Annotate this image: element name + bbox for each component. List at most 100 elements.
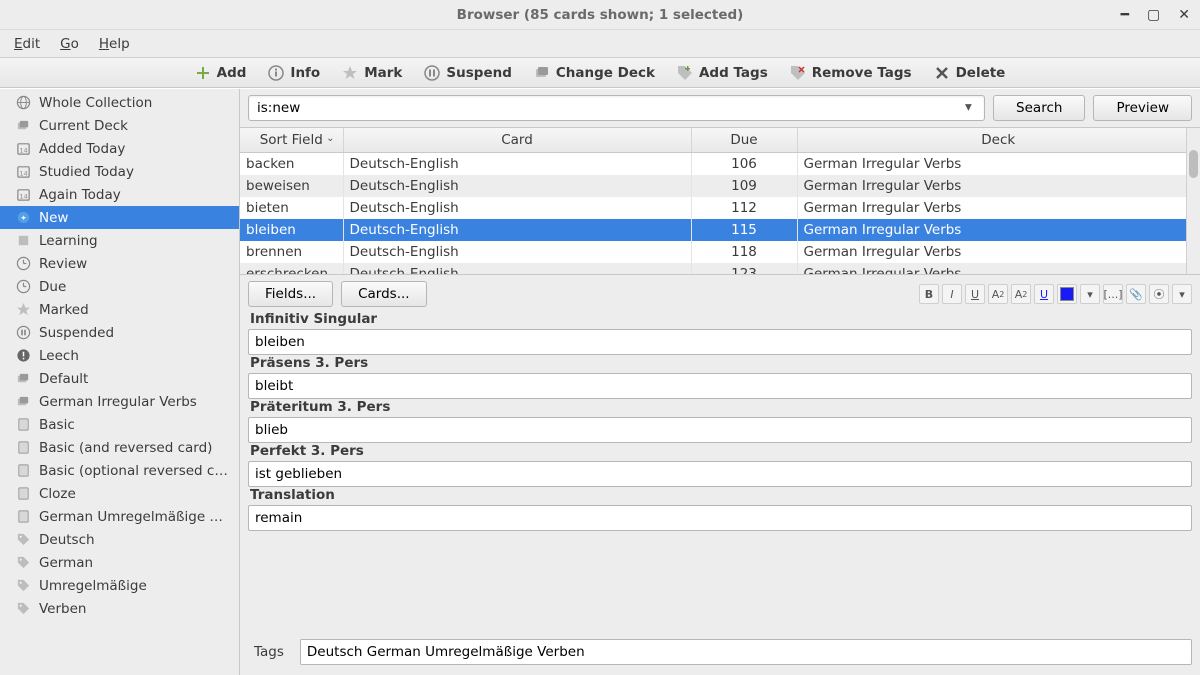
cards-button[interactable]: Cards... [341, 281, 427, 307]
col-sort-field[interactable]: Sort Field⌄ [240, 128, 343, 153]
color-dropdown-icon[interactable]: ▾ [1080, 284, 1100, 304]
add-button[interactable]: Add [195, 65, 247, 81]
underline-button[interactable]: U [965, 284, 985, 304]
cloze-button[interactable]: [...] [1103, 284, 1123, 304]
sidebar-item-studied-today[interactable]: 14Studied Today [0, 160, 239, 183]
subscript-button[interactable]: A2 [1011, 284, 1031, 304]
change-deck-button[interactable]: Change Deck [534, 65, 655, 81]
field-input[interactable] [248, 329, 1192, 355]
sidebar-item-tag-verben[interactable]: Verben [0, 597, 239, 620]
tag-icon [16, 578, 31, 593]
sidebar-item-label: Learning [39, 233, 98, 249]
sidebar-item-tag-umregel[interactable]: Umregelmäßige [0, 574, 239, 597]
field-input[interactable] [248, 461, 1192, 487]
preview-button[interactable]: Preview [1093, 95, 1192, 121]
sidebar-item-label: Basic [39, 417, 75, 433]
fields-button[interactable]: Fields... [248, 281, 333, 307]
table-row[interactable]: bietenDeutsch-English112German Irregular… [240, 197, 1200, 219]
sidebar-item-learning[interactable]: Learning [0, 229, 239, 252]
sidebar-item-label: German Irregular Verbs [39, 394, 197, 410]
search-button[interactable]: Search [993, 95, 1085, 121]
add-tags-button[interactable]: Add Tags [677, 65, 768, 81]
table-row[interactable]: beweisenDeutsch-English109German Irregul… [240, 175, 1200, 197]
menubar: Edit Go Help [0, 30, 1200, 58]
field-input[interactable] [248, 505, 1192, 531]
sidebar-item-current-deck[interactable]: Current Deck [0, 114, 239, 137]
field-label: Perfekt 3. Pers [248, 443, 1192, 459]
cell-sort: beweisen [240, 175, 343, 197]
sort-indicator-icon: ⌄ [326, 133, 334, 144]
cell-due: 118 [691, 241, 797, 263]
cell-sort: bleiben [240, 219, 343, 241]
sidebar-item-basic[interactable]: Basic [0, 413, 239, 436]
remove-tags-button[interactable]: Remove Tags [790, 65, 912, 81]
sidebar-item-german-umregel[interactable]: German Umregelmäßige Ver... [0, 505, 239, 528]
deck-icon [16, 371, 31, 386]
field-label: Infinitiv Singular [248, 311, 1192, 327]
col-due[interactable]: Due [691, 128, 797, 153]
sidebar-item-label: Added Today [39, 141, 125, 157]
sidebar-item-whole-collection[interactable]: Whole Collection [0, 91, 239, 114]
plus-icon [195, 65, 211, 81]
sidebar-item-marked[interactable]: Marked [0, 298, 239, 321]
search-input[interactable] [248, 95, 985, 121]
cell-due: 123 [691, 263, 797, 276]
table-row[interactable]: backenDeutsch-English106German Irregular… [240, 153, 1200, 175]
italic-button[interactable]: I [942, 284, 962, 304]
tags-label: Tags [252, 644, 284, 660]
maximize-icon[interactable]: ▢ [1147, 7, 1160, 23]
col-deck[interactable]: Deck [797, 128, 1200, 153]
sidebar-item-tag-german[interactable]: German [0, 551, 239, 574]
sidebar-item-added-today[interactable]: 14Added Today [0, 137, 239, 160]
delete-button[interactable]: Delete [934, 65, 1006, 81]
info-button[interactable]: Info [268, 65, 320, 81]
field-input[interactable] [248, 417, 1192, 443]
note-icon [16, 417, 31, 432]
sidebar-item-leech[interactable]: Leech [0, 344, 239, 367]
col-card[interactable]: Card [343, 128, 691, 153]
sidebar-item-label: Basic (and reversed card) [39, 440, 212, 456]
attach-button[interactable]: 📎 [1126, 284, 1146, 304]
suspend-button[interactable]: Suspend [424, 65, 511, 81]
close-icon[interactable]: ✕ [1178, 7, 1190, 23]
sidebar-item-basic-rev[interactable]: Basic (and reversed card) [0, 436, 239, 459]
color-underline-button[interactable]: U [1034, 284, 1054, 304]
sidebar-item-default[interactable]: Default [0, 367, 239, 390]
minimize-icon[interactable]: ━ [1121, 7, 1129, 23]
sidebar-item-new[interactable]: ✦New [0, 206, 239, 229]
record-button[interactable]: ⦿ [1149, 284, 1169, 304]
sidebar-item-suspended[interactable]: Suspended [0, 321, 239, 344]
sidebar-item-review[interactable]: Review [0, 252, 239, 275]
table-row[interactable]: bleibenDeutsch-English115German Irregula… [240, 219, 1200, 241]
cell-sort: erschrecken [240, 263, 343, 276]
superscript-button[interactable]: A2 [988, 284, 1008, 304]
color-swatch[interactable] [1057, 284, 1077, 304]
cell-deck: German Irregular Verbs [797, 219, 1200, 241]
menu-help[interactable]: Help [99, 36, 130, 52]
table-row[interactable]: erschreckenDeutsch-English123German Irre… [240, 263, 1200, 276]
search-dropdown-icon[interactable]: ▾ [965, 99, 981, 115]
bold-button[interactable]: B [919, 284, 939, 304]
sidebar-item-tag-deutsch[interactable]: Deutsch [0, 528, 239, 551]
note-icon [16, 440, 31, 455]
cell-deck: German Irregular Verbs [797, 175, 1200, 197]
svg-text:14: 14 [19, 169, 27, 177]
sidebar-item-label: Again Today [39, 187, 121, 203]
sidebar-item-label: Whole Collection [39, 95, 152, 111]
mark-button[interactable]: Mark [342, 65, 402, 81]
sidebar-item-basic-optrev[interactable]: Basic (optional reversed card) [0, 459, 239, 482]
card-table: Sort Field⌄ Card Due Deck backenDeutsch-… [240, 127, 1200, 275]
sidebar-item-cloze[interactable]: Cloze [0, 482, 239, 505]
field-input[interactable] [248, 373, 1192, 399]
sidebar: Whole CollectionCurrent Deck14Added Toda… [0, 89, 240, 675]
menu-go[interactable]: Go [60, 36, 79, 52]
table-scrollbar[interactable] [1186, 128, 1200, 274]
menu-edit[interactable]: Edit [14, 36, 40, 52]
more-button[interactable]: ▾ [1172, 284, 1192, 304]
sidebar-item-again-today[interactable]: 14Again Today [0, 183, 239, 206]
table-row[interactable]: brennenDeutsch-English118German Irregula… [240, 241, 1200, 263]
sidebar-item-german-irregular-verbs[interactable]: German Irregular Verbs [0, 390, 239, 413]
sidebar-item-due[interactable]: Due [0, 275, 239, 298]
tags-input[interactable] [300, 639, 1192, 665]
field-label: Translation [248, 487, 1192, 503]
